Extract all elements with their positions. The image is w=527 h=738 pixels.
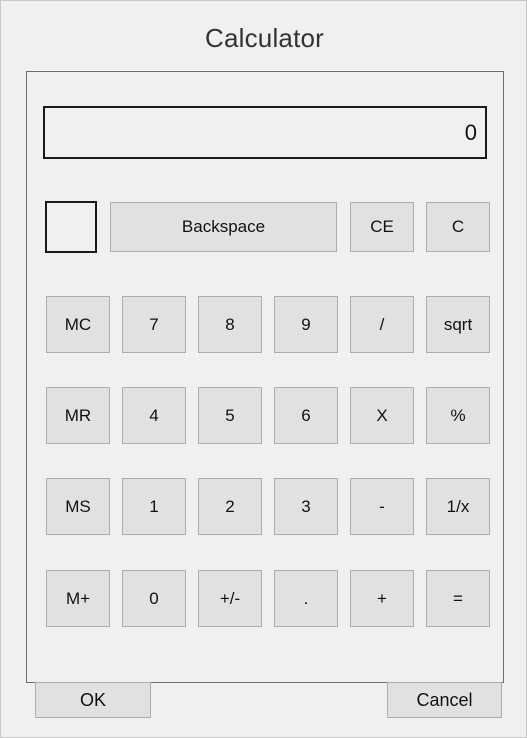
multiply-button[interactable]: X — [350, 387, 414, 444]
memory-store-button[interactable]: MS — [46, 478, 110, 535]
reciprocal-button[interactable]: 1/x — [426, 478, 490, 535]
memory-clear-button[interactable]: MC — [46, 296, 110, 353]
digit-7-button[interactable]: 7 — [122, 296, 186, 353]
digit-4-button[interactable]: 4 — [122, 387, 186, 444]
dialog-title: Calculator — [204, 23, 325, 53]
digit-8-button[interactable]: 8 — [198, 296, 262, 353]
digit-6-button[interactable]: 6 — [274, 387, 338, 444]
digit-5-button[interactable]: 5 — [198, 387, 262, 444]
digit-2-button[interactable]: 2 — [198, 478, 262, 535]
digit-1-button[interactable]: 1 — [122, 478, 186, 535]
decimal-point-button[interactable]: . — [274, 570, 338, 627]
sqrt-button[interactable]: sqrt — [426, 296, 490, 353]
ok-button[interactable]: OK — [35, 682, 151, 718]
plus-button[interactable]: + — [350, 570, 414, 627]
minus-button[interactable]: - — [350, 478, 414, 535]
memory-indicator — [45, 201, 97, 253]
digit-9-button[interactable]: 9 — [274, 296, 338, 353]
clear-button[interactable]: C — [426, 202, 490, 252]
memory-recall-button[interactable]: MR — [46, 387, 110, 444]
plus-minus-button[interactable]: +/- — [198, 570, 262, 627]
digit-3-button[interactable]: 3 — [274, 478, 338, 535]
cancel-button[interactable]: Cancel — [387, 682, 502, 718]
calculator-dialog: Calculator 0 Backspace CE C MC 7 8 9 / s… — [0, 0, 527, 738]
divide-button[interactable]: / — [350, 296, 414, 353]
digit-0-button[interactable]: 0 — [122, 570, 186, 627]
percent-button[interactable]: % — [426, 387, 490, 444]
clear-entry-button[interactable]: CE — [350, 202, 414, 252]
equals-button[interactable]: = — [426, 570, 490, 627]
display-readout: 0 — [43, 106, 487, 159]
backspace-button[interactable]: Backspace — [110, 202, 337, 252]
memory-add-button[interactable]: M+ — [46, 570, 110, 627]
